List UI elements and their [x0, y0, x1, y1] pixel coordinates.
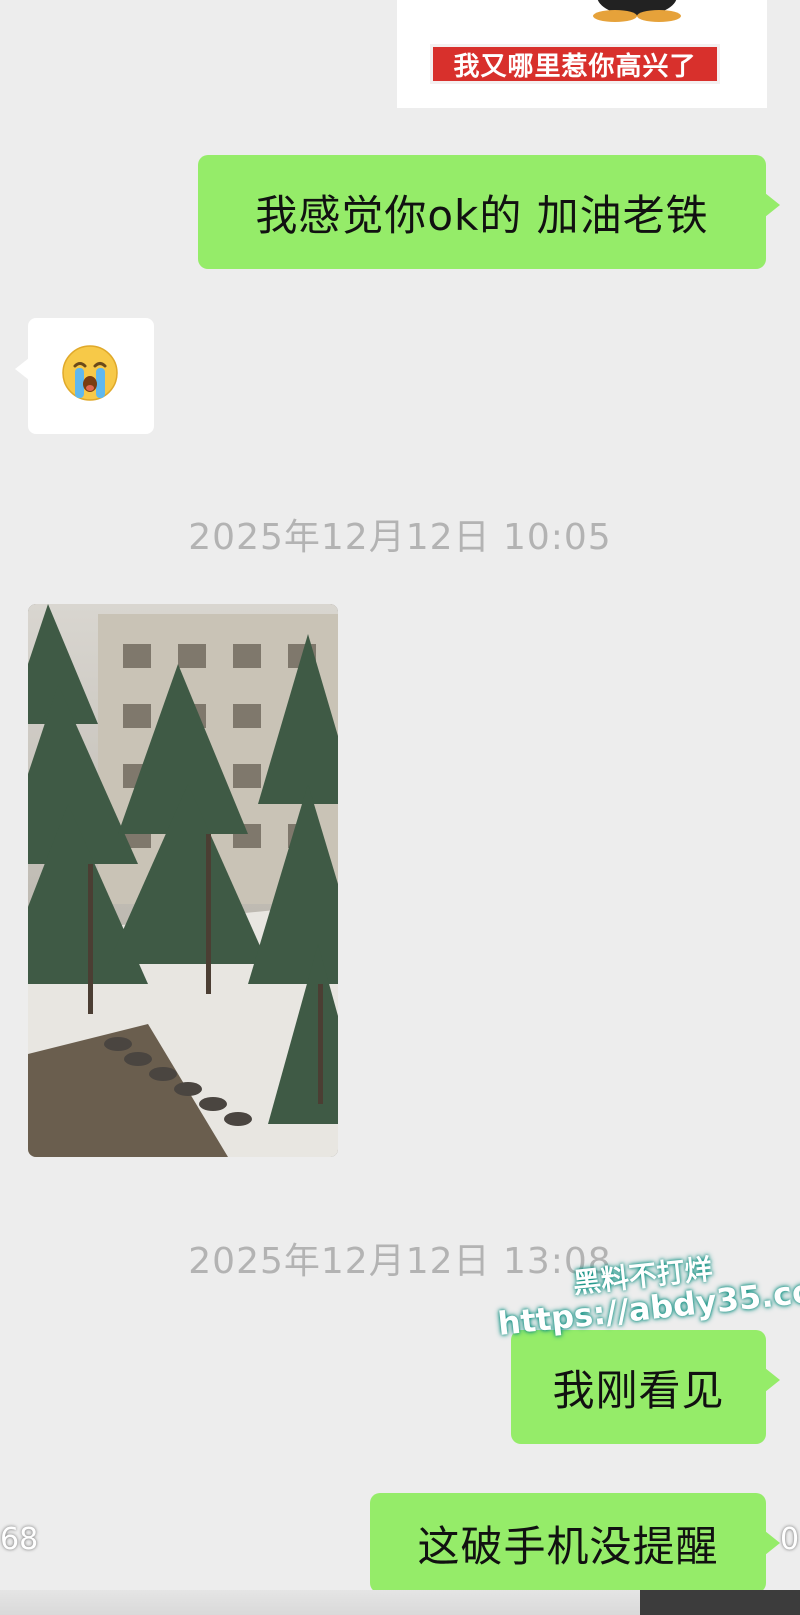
- message-bubble-incoming[interactable]: [15, 318, 154, 434]
- message-text: 这破手机没提醒: [417, 1521, 719, 1571]
- message-bubble-outgoing[interactable]: 我刚看见: [511, 1330, 780, 1444]
- crying-face-icon: [62, 345, 118, 401]
- message-bubble-outgoing[interactable]: 这破手机没提醒: [370, 1493, 780, 1593]
- message-bubble-outgoing[interactable]: 我感觉你ok的 加油老铁: [198, 155, 780, 269]
- sticker-message[interactable]: 我又哪里惹你高兴了: [397, 0, 767, 108]
- timestamp: 2025年12月12日 10:05: [188, 517, 612, 558]
- message-text: 我刚看见: [552, 1365, 725, 1415]
- sticker-caption: 我又哪里惹你高兴了: [430, 44, 720, 84]
- snowy-courtyard-photo-icon: [28, 604, 338, 1157]
- penguin-sticker-icon: [593, 0, 681, 22]
- bottom-bar-dark: [640, 1590, 800, 1615]
- image-message[interactable]: [28, 604, 338, 1157]
- chat-screen: 我又哪里惹你高兴了 我感觉你ok的 加油老铁 2025年12月12日 10:05: [0, 0, 800, 1615]
- message-text: 我感觉你ok的 加油老铁: [255, 190, 709, 240]
- edge-overlay-text: 0: [780, 1522, 800, 1557]
- edge-overlay-text: 68: [0, 1522, 39, 1557]
